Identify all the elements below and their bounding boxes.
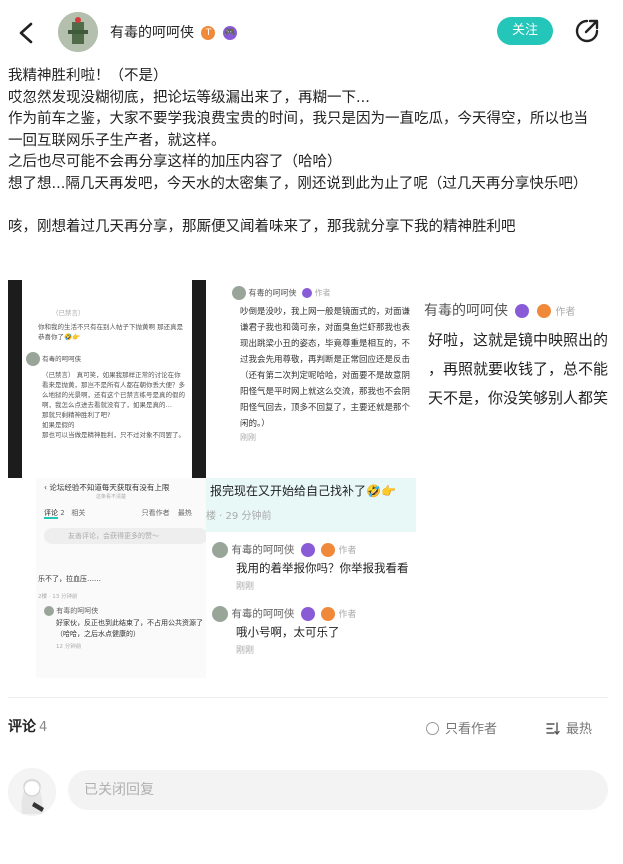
s4-title: 论坛经验不知道每天获取有没有上限 (49, 483, 170, 492)
screenshot-1: （已禁言） 你和我的生活不只有在别人帖子下抛黄啊 那还真是恭喜你了🤣👉 有毒的呵… (8, 280, 206, 478)
s6-comment: 我用的着举报你吗？你举报我看看 (236, 561, 409, 575)
s5-text: 报完现在又开始给自己找补了🤣👉 (210, 484, 396, 498)
game-badge-icon: 🎮 (222, 26, 237, 40)
s6-name: 有毒的呵呵侠 (231, 544, 295, 556)
top-bar: 有毒的呵呵侠 T 🎮 关注 (0, 0, 623, 64)
sort-button[interactable]: 最热 (546, 718, 592, 737)
s6-tag: 作者 (338, 610, 357, 620)
screenshot-2: 有毒的呵呵侠 作者 吵倒是没吵，我上网一般是镜面式的，对面谦谦君子我也和蔼可亲，… (218, 280, 418, 480)
post-line: 我精神胜利啦！（不是） (8, 68, 168, 84)
author-name-text: 有毒的呵呵侠 (110, 25, 194, 41)
post-line: 想了想...隔几天再发吧，今天水的太密集了，刚还说到此为止了呢（过几天再分享快乐… (8, 175, 588, 192)
share-icon[interactable] (574, 18, 600, 44)
s2-time: 刚刚 (240, 433, 256, 442)
game-badge-icon (300, 543, 315, 557)
back-arrow-icon[interactable] (12, 18, 42, 48)
level-badge-icon (536, 304, 551, 318)
game-badge-icon (515, 304, 530, 318)
s6-time: 刚刚 (236, 646, 255, 656)
s6-comment: 哦小号啊，太可乐了 (236, 625, 340, 639)
comments-count: 4 (39, 720, 48, 735)
s4-input: 友善评论，会获得更多的赞～ (44, 528, 208, 544)
mini-avatar (232, 286, 246, 300)
radio-icon (426, 722, 439, 735)
only-author-toggle[interactable]: 只看作者 (426, 718, 497, 737)
s1-text: 你和我的生活不只有在别人帖子下抛黄啊 那还真是恭喜你了🤣👉 (38, 323, 184, 341)
game-badge-icon (300, 607, 315, 621)
post-body: 我精神胜利啦！（不是） 哎忽然发现没糊彻底，把论坛等级漏出来了，再糊一下... … (8, 66, 614, 238)
post-line (8, 195, 614, 217)
screenshot-3: 有毒的呵呵侠 作者 好啦，这就是镜中映照出的 ，再照就要收钱了，总不能 天不是，… (418, 280, 618, 410)
s3-line: ，再照就要收钱了，总不能 (428, 360, 609, 378)
mini-avatar (44, 606, 54, 616)
s1-text: 那也可以当做是精神胜利，只不过对象不同罢了。 (42, 431, 185, 439)
s4-sub: 这条看不清楚 (96, 494, 127, 500)
s6-time: 刚刚 (236, 582, 255, 592)
sort-icon (546, 722, 560, 736)
s1-text: 如果是假的 (42, 421, 75, 429)
s5-meta: 楼 · 29 分钟前 (206, 511, 272, 522)
s6-tag: 作者 (338, 546, 357, 556)
post-line: 之后也尽可能不会再分享这样的加压内容了（哈哈） (8, 154, 342, 170)
post-line: 一回互联网乐子生产者，就这样。 (8, 132, 226, 149)
screenshot-5: 报完现在又开始给自己找补了🤣👉 楼 · 29 分钟前 (206, 478, 416, 532)
s3-name: 有毒的呵呵侠 (424, 303, 508, 319)
s4-tab: 相关 (71, 509, 86, 517)
screenshot-4: ‹ 论坛经验不知道每天获取有没有上限 这条看不清楚 评论 2 相关 只看作者 最… (36, 478, 214, 678)
level-badge-icon: T (201, 26, 216, 40)
post-line: 作为前车之鉴，大家不要学我浪费宝贵的时间，我只是因为一直吃瓜，今天得空，所以也当 (8, 111, 588, 127)
post-line: 哎忽然发现没糊彻底，把论坛等级漏出来了，再糊一下... (8, 89, 370, 106)
author-avatar[interactable] (58, 12, 98, 52)
s3-tag: 作者 (555, 307, 576, 318)
s1-text: 那就只剩精神胜利了吧? (42, 411, 111, 419)
s1-name: 有毒的呵呵侠 (42, 355, 82, 363)
s2-body: 吵倒是没吵，我上网一般是镜面式的，对面谦谦君子我也和蔼可亲，对面臭鱼烂虾那我也表… (240, 307, 411, 429)
comments-title-text: 评论 (8, 719, 36, 735)
s3-line: 天不是，你没笑够别人都笑 (428, 389, 609, 407)
comments-title: 评论 4 (8, 716, 47, 736)
only-author-label: 只看作者 (445, 722, 498, 737)
reply-input[interactable]: 已关闭回复 (68, 770, 608, 810)
s4-only: 只看作者 (141, 509, 170, 517)
s1-text: （已禁言） 真可笑，如果我那样正常的讨论在你看来是抛黄，那岂不是所有人都在朝你丢… (42, 371, 185, 409)
sort-label: 最热 (566, 722, 593, 737)
s1-text: （已禁言） (52, 309, 85, 317)
user-avatar[interactable] (8, 768, 56, 816)
post-line: 咳，刚想着过几天再分享，那厮便又闻着味来了，那我就分享下我的精神胜利吧 (8, 218, 516, 235)
avatar-image-icon (8, 768, 56, 816)
s3-line: 好啦，这就是镜中映照出的 (428, 331, 609, 349)
s4-tab-count: 2 (60, 509, 65, 517)
s2-tag: 作者 (314, 288, 331, 298)
screenshot-collage[interactable]: （已禁言） 你和我的生活不只有在别人帖子下抛黄啊 那还真是恭喜你了🤣👉 有毒的呵… (8, 280, 618, 680)
mini-avatar (212, 606, 228, 622)
s4-hot: 最热 (177, 509, 192, 517)
follow-button[interactable]: 关注 (497, 17, 553, 45)
divider (8, 697, 608, 698)
s6-name: 有毒的呵呵侠 (231, 608, 295, 620)
avatar-image-icon (58, 12, 98, 52)
s4-tab: 评论 (44, 509, 58, 519)
s4-name: 有毒的呵呵侠 (56, 607, 99, 615)
level-badge-icon (321, 543, 336, 557)
game-badge-icon (302, 288, 313, 298)
s4-meta: 2楼 · 13 分钟前 (38, 594, 78, 600)
s4-meta: 12 分钟前 (56, 644, 82, 650)
mini-avatar (26, 352, 40, 366)
screenshot-6: 有毒的呵呵侠 作者 我用的着举报你吗？你举报我看看 刚刚 有毒的呵呵侠 作者 哦… (206, 532, 416, 680)
mini-avatar (212, 542, 228, 558)
s2-name: 有毒的呵呵侠 (248, 288, 297, 298)
author-name[interactable]: 有毒的呵呵侠 T 🎮 (110, 22, 237, 42)
level-badge-icon (321, 607, 336, 621)
s4-comment: 好家伙，反正也到此结束了，不占用公共资源了（哈哈，之后水点健康的） (56, 619, 203, 638)
s4-comment: 乐不了，拉血压…… (38, 575, 101, 583)
